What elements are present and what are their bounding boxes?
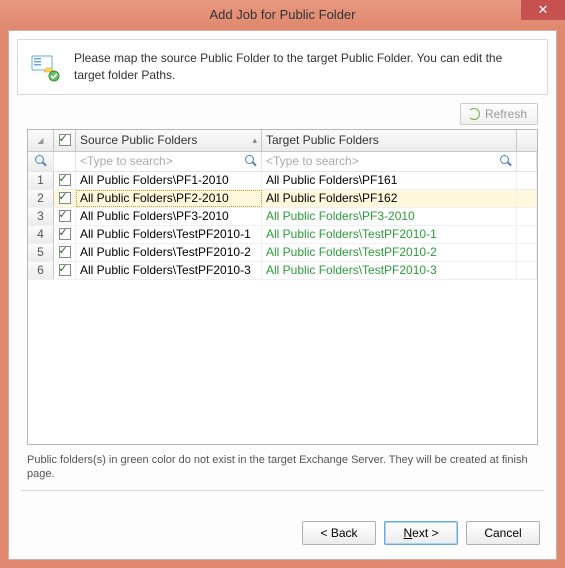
row-checkbox[interactable] (59, 210, 71, 222)
row-pad (517, 190, 537, 207)
next-button-rest: ext > (412, 526, 438, 540)
row-pad (517, 208, 537, 225)
grid-body: 1All Public Folders\PF1-2010All Public F… (28, 172, 537, 444)
close-icon: ✕ (538, 2, 549, 18)
source-folder-cell[interactable]: All Public Folders\TestPF2010-2 (76, 244, 262, 261)
refresh-button[interactable]: Refresh (460, 103, 538, 125)
column-header-pad (517, 130, 537, 151)
row-checkbox[interactable] (59, 264, 71, 276)
row-check-cell[interactable] (54, 172, 76, 189)
search-icon[interactable] (245, 155, 257, 167)
grid-corner[interactable]: ◢ (28, 130, 54, 151)
row-index: 4 (28, 226, 54, 243)
column-header-target-label: Target Public Folders (266, 133, 379, 147)
table-row[interactable]: 5 All Public Folders\TestPF2010-2All Publ… (28, 244, 537, 262)
target-folder-cell[interactable]: All Public Folders\PF161 (262, 172, 517, 189)
dialog-body: Please map the source Public Folder to t… (8, 30, 557, 560)
search-row-chk (54, 152, 76, 171)
table-row[interactable]: 3 All Public Folders\PF3-2010All Public F… (28, 208, 537, 226)
search-row-pad (517, 152, 537, 171)
row-pad (517, 244, 537, 261)
search-icon (35, 155, 47, 167)
search-source-placeholder: <Type to search> (80, 154, 173, 168)
search-source-input[interactable]: <Type to search> (76, 152, 262, 171)
row-pad (517, 262, 537, 279)
sort-asc-icon: ▴ (252, 135, 257, 146)
source-folder-cell[interactable]: All Public Folders\PF2-2010 (76, 190, 262, 207)
column-header-source[interactable]: Source Public Folders ▴ (76, 130, 262, 151)
footnote: Public folders(s) in green color do not … (27, 453, 538, 483)
source-folder-cell[interactable]: All Public Folders\TestPF2010-3 (76, 262, 262, 279)
toolbar: Refresh (27, 103, 538, 125)
row-check-cell[interactable] (54, 190, 76, 207)
source-folder-cell[interactable]: All Public Folders\PF3-2010 (76, 208, 262, 225)
row-checkbox[interactable] (59, 228, 71, 240)
wizard-buttons: < Back Next > Cancel (9, 507, 556, 559)
table-row[interactable]: 1 All Public Folders\PF1-2010All Public F… (28, 172, 537, 190)
window-title: Add Job for Public Folder (210, 7, 356, 22)
cancel-button[interactable]: Cancel (466, 521, 540, 545)
row-checkbox[interactable] (59, 246, 71, 258)
row-pad (517, 226, 537, 243)
target-folder-cell[interactable]: All Public Folders\TestPF2010-1 (262, 226, 517, 243)
search-target-input[interactable]: <Type to search> (262, 152, 517, 171)
mapping-grid: ◢ Source Public Folders ▴ Target Public … (27, 129, 538, 445)
row-checkbox[interactable] (59, 174, 71, 186)
row-check-cell[interactable] (54, 226, 76, 243)
divider (21, 490, 544, 491)
target-folder-cell[interactable]: All Public Folders\TestPF2010-3 (262, 262, 517, 279)
header-checkbox-cell[interactable] (54, 130, 76, 151)
source-folder-cell[interactable]: All Public Folders\TestPF2010-1 (76, 226, 262, 243)
back-button[interactable]: < Back (302, 521, 376, 545)
row-check-cell[interactable] (54, 262, 76, 279)
row-index: 3 (28, 208, 54, 225)
table-row[interactable]: 4 All Public Folders\TestPF2010-1All Publ… (28, 226, 537, 244)
titlebar: Add Job for Public Folder ✕ (0, 0, 565, 28)
row-pad (517, 172, 537, 189)
row-check-cell[interactable] (54, 244, 76, 261)
close-button[interactable]: ✕ (521, 0, 565, 20)
row-index: 5 (28, 244, 54, 261)
source-folder-cell[interactable]: All Public Folders\PF1-2010 (76, 172, 262, 189)
column-header-target[interactable]: Target Public Folders (262, 130, 517, 151)
column-header-source-label: Source Public Folders (80, 133, 197, 147)
grid-search-row: <Type to search> <Type to search> (28, 152, 537, 172)
search-target-placeholder: <Type to search> (266, 154, 359, 168)
table-row[interactable]: 2 All Public Folders\PF2-2010All Public F… (28, 190, 537, 208)
next-button-mnemonic: N (403, 526, 412, 540)
header-checkbox[interactable] (59, 134, 71, 146)
search-icon[interactable] (500, 155, 512, 167)
row-index: 2 (28, 190, 54, 207)
instruction-panel: Please map the source Public Folder to t… (17, 39, 548, 95)
search-row-indicator (28, 152, 54, 171)
folder-map-icon (30, 50, 62, 82)
row-index: 1 (28, 172, 54, 189)
grid-header: ◢ Source Public Folders ▴ Target Public … (28, 130, 537, 152)
target-folder-cell[interactable]: All Public Folders\TestPF2010-2 (262, 244, 517, 261)
row-checkbox[interactable] (59, 192, 71, 204)
next-button[interactable]: Next > (384, 521, 458, 545)
instruction-text: Please map the source Public Folder to t… (74, 50, 535, 84)
row-check-cell[interactable] (54, 208, 76, 225)
refresh-label: Refresh (485, 107, 527, 121)
indicator-icon: ◢ (37, 136, 43, 145)
refresh-icon (467, 107, 481, 121)
table-row[interactable]: 6 All Public Folders\TestPF2010-3All Publ… (28, 262, 537, 280)
row-index: 6 (28, 262, 54, 279)
target-folder-cell[interactable]: All Public Folders\PF162 (262, 190, 517, 207)
target-folder-cell[interactable]: All Public Folders\PF3-2010 (262, 208, 517, 225)
